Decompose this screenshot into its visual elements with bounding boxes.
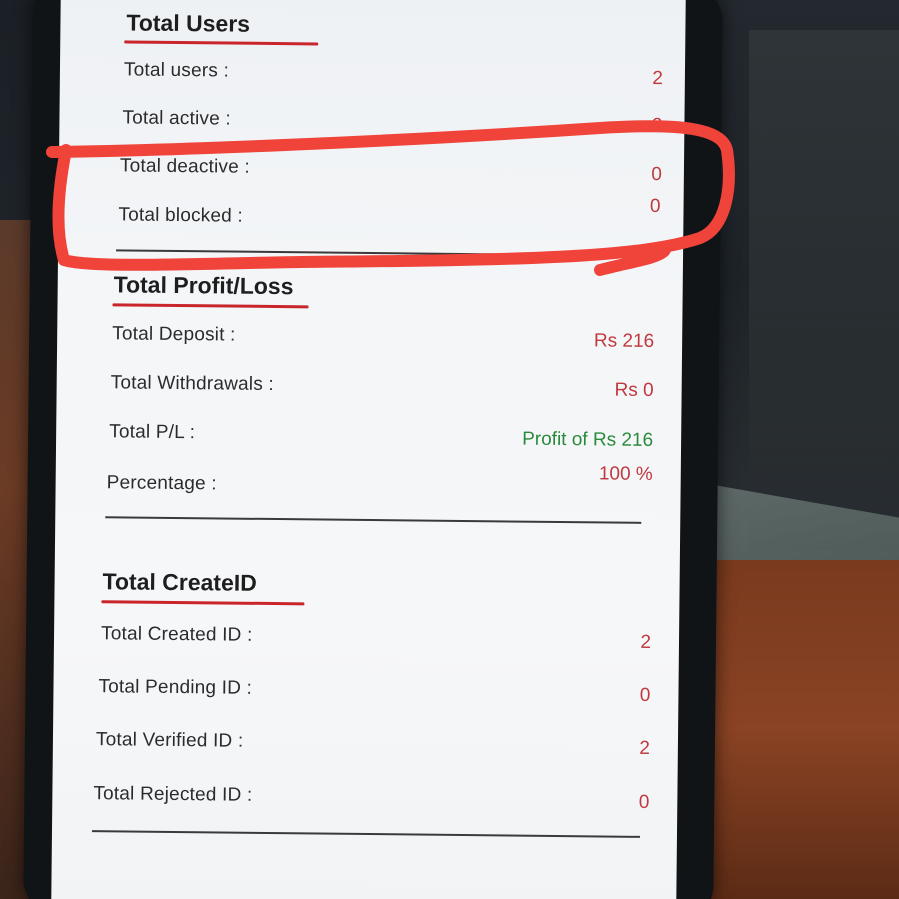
total-pl-label: Total P/L : <box>109 421 196 444</box>
total-deposit-value: Rs 216 <box>593 330 655 352</box>
profit-loss-section-title: Total Profit/Loss <box>113 271 294 300</box>
total-verified-id-label: Total Verified ID : <box>95 729 244 752</box>
total-active-value: 2 <box>651 114 663 137</box>
total-users-value: 2 <box>652 67 664 90</box>
total-withdrawals-value: Rs 0 <box>614 379 654 401</box>
create-id-section-divider <box>91 830 640 838</box>
profit-loss-section-divider <box>105 516 642 524</box>
users-section-title: Total Users <box>126 9 251 37</box>
background-shadow <box>749 30 899 550</box>
total-created-id-value: 2 <box>640 631 652 653</box>
total-pl-value: Profit of Rs 216 <box>522 428 654 451</box>
total-deactive-value: 0 <box>651 163 663 186</box>
percentage-value: 100 % <box>598 463 653 485</box>
total-users-label: Total users : <box>123 59 230 82</box>
total-created-id-label: Total Created ID : <box>100 623 253 646</box>
total-deactive-label: Total deactive : <box>119 155 251 178</box>
total-withdrawals-label: Total Withdrawals : <box>110 372 275 396</box>
phone-screen: Total Users Total users : 2 Total active… <box>51 0 686 899</box>
percentage-label: Percentage : <box>106 472 217 495</box>
profit-loss-title-underline <box>112 303 309 309</box>
total-blocked-value: 0 <box>649 195 661 218</box>
total-deposit-label: Total Deposit : <box>112 323 236 346</box>
users-title-underline <box>124 40 319 46</box>
total-verified-id-value: 2 <box>639 737 650 759</box>
total-rejected-id-value: 0 <box>638 791 650 813</box>
total-active-label: Total active : <box>122 107 231 130</box>
total-pending-id-value: 0 <box>639 684 651 706</box>
create-id-section-title: Total CreateID <box>102 568 257 596</box>
total-pending-id-label: Total Pending ID : <box>98 676 253 699</box>
create-id-title-underline <box>101 600 305 606</box>
total-rejected-id-label: Total Rejected ID : <box>93 783 253 806</box>
users-section-divider <box>116 249 647 257</box>
total-blocked-label: Total blocked : <box>118 204 244 227</box>
